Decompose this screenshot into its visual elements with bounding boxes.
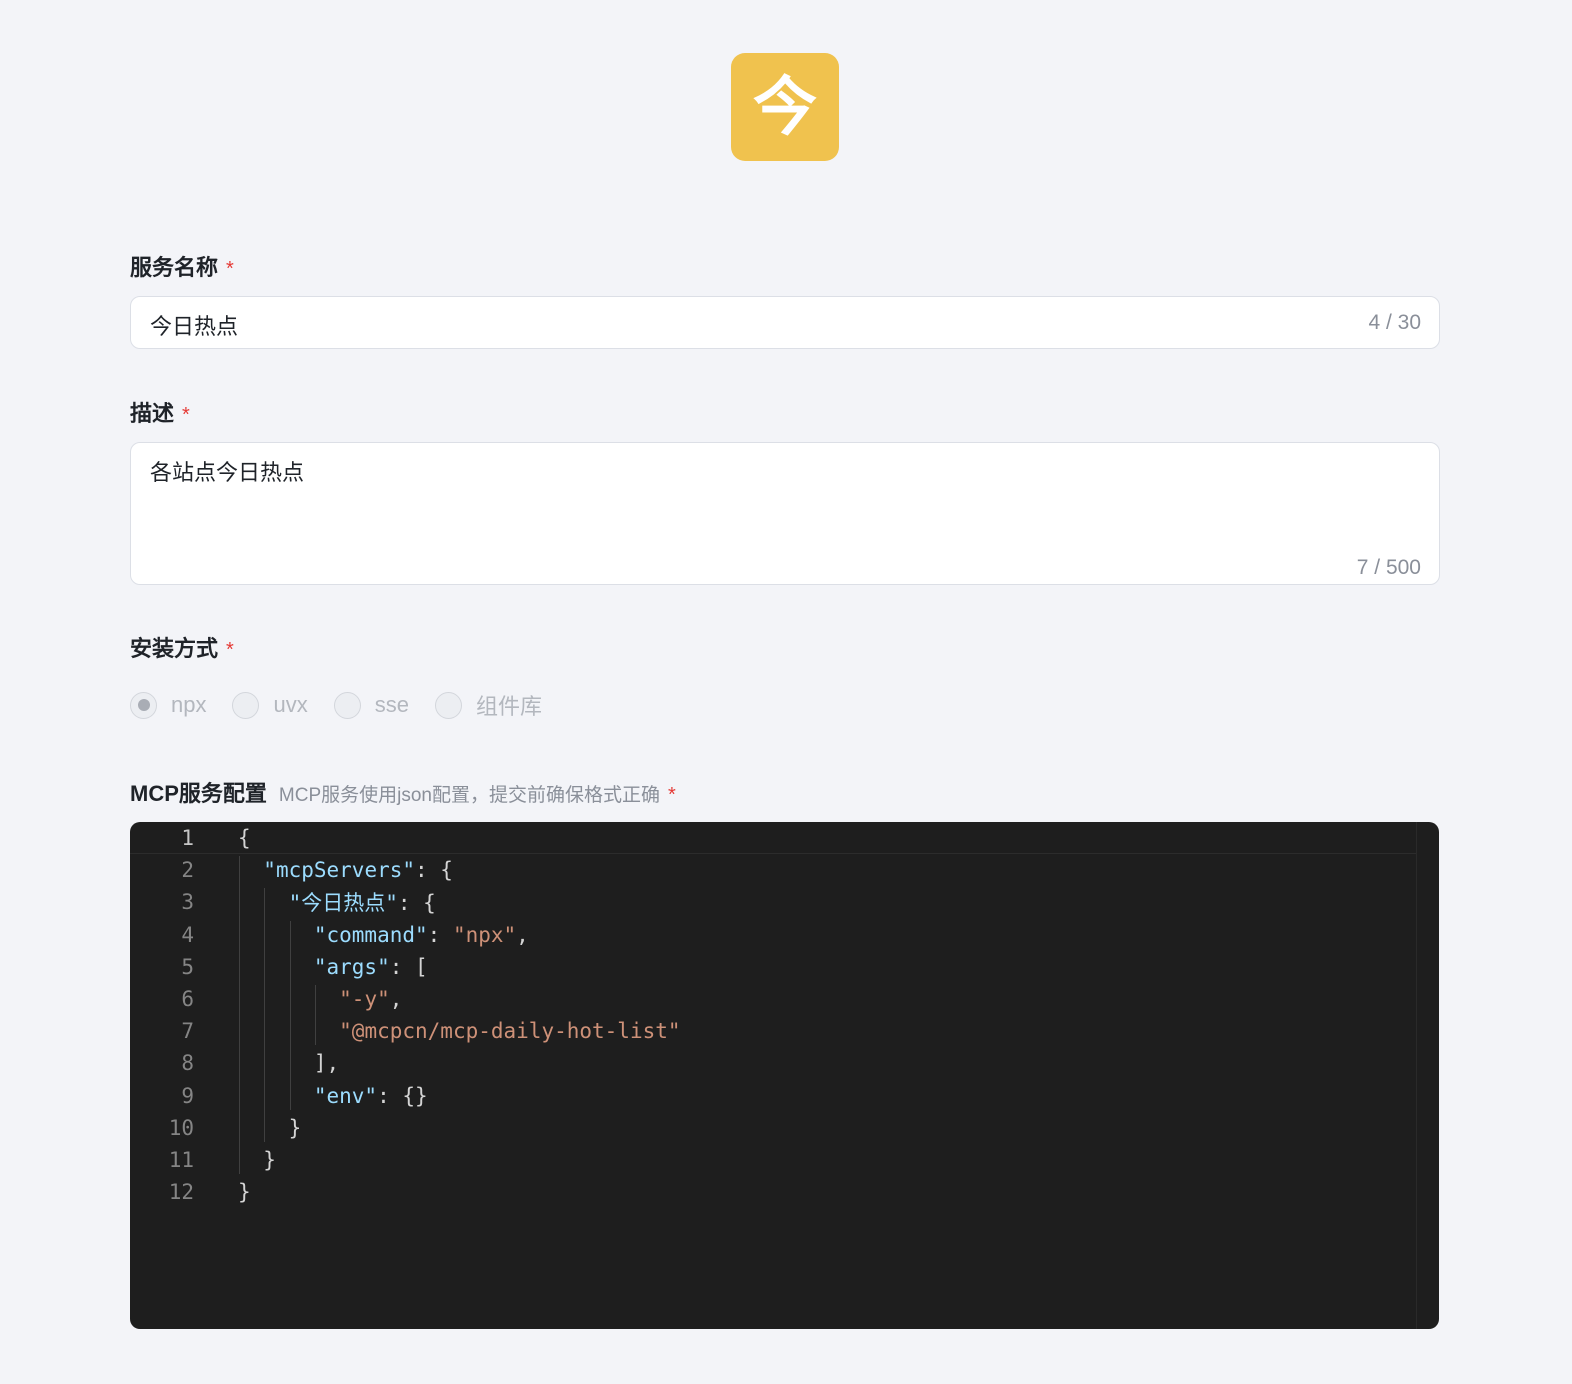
code-line: 8 ], [130,1047,1410,1079]
install-method-label: 安装方式 * [130,636,234,661]
required-mark: * [182,404,190,426]
install-method-radio-group: npx uvx sse 组件库 [130,688,568,722]
indent-guide [239,856,240,1175]
logo-char: 今 [753,71,817,143]
code-text: } [238,1180,251,1205]
code-line: 2 "mcpServers": { [130,854,1410,886]
code-line: 1{ [130,822,1410,854]
line-number: 5 [181,954,194,979]
radio-npx[interactable]: npx [130,691,206,719]
service-name-label: 服务名称 * [130,255,234,280]
service-name-count: 4 / 30 [1368,311,1421,334]
required-mark: * [667,784,676,806]
code-text: } [238,1115,302,1140]
service-logo: 今 [731,53,839,161]
code-text: "env": {} [313,1083,428,1108]
code-line: 5 "args": [ [130,951,1410,983]
mcp-config-hint: MCP服务使用json配置，提交前确保格式正确 [278,785,660,806]
code-text: "mcpServers": { [263,858,453,883]
code-line: 11 } [130,1144,1410,1176]
radio-indicator [333,691,361,719]
service-name-input[interactable]: 今日热点 4 / 30 [130,296,1440,349]
code-text: ], [238,1051,340,1076]
mcp-config-label: MCP服务配置 MCP服务使用json配置，提交前确保格式正确 * [130,781,676,806]
indent-guide [264,888,266,1142]
indent-guide [314,985,316,1046]
line-number: 4 [181,922,194,947]
line-number: 3 [181,890,194,915]
editor-ruler [1416,822,1417,1329]
service-name-value: 今日热点 [150,314,239,339]
description-textarea[interactable]: 各站点今日热点 7 / 500 [130,442,1440,585]
required-mark: * [226,258,234,280]
code-text: "今日热点": { [288,891,436,916]
code-text: "args": [ [313,954,428,979]
code-line: 12} [130,1176,1410,1208]
code-text: "command": "npx", [313,922,529,947]
line-number: 10 [168,1115,194,1140]
code-line: 4 "command": "npx", [130,919,1410,951]
required-mark: * [226,639,234,661]
radio-uvx[interactable]: uvx [232,691,308,719]
line-number: 6 [181,987,194,1011]
description-value: 各站点今日热点 [150,460,305,485]
line-number: 7 [181,1019,194,1044]
line-number: 1 [181,826,194,850]
code-text: { [238,826,251,850]
line-number: 11 [168,1148,194,1172]
line-number: 2 [181,858,194,883]
radio-sse[interactable]: sse [333,691,409,719]
radio-component-library[interactable]: 组件库 [434,689,542,721]
code-line: 9 "env": {} [130,1080,1410,1112]
radio-indicator [434,691,462,719]
indent-guide [289,920,291,1110]
code-line: 6 "-y", [130,983,1410,1015]
code-line: 10 } [130,1112,1410,1144]
json-code-editor[interactable]: 1{2 "mcpServers": {3 "今日热点": {4 "command… [130,822,1439,1329]
line-number: 9 [181,1083,194,1108]
line-number: 8 [181,1051,194,1076]
code-text: "@mcpcn/mcp-daily-hot-list" [339,1019,681,1044]
code-text: } [238,1148,276,1172]
radio-indicator [232,691,260,719]
description-count: 7 / 500 [1356,556,1421,579]
code-line: 3 "今日热点": { [130,886,1410,918]
radio-checked-indicator [130,691,157,719]
line-number: 12 [168,1180,194,1205]
code-text: "-y", [339,987,403,1011]
code-line: 7 "@mcpcn/mcp-daily-hot-list" [130,1015,1410,1047]
description-label: 描述 * [130,401,190,426]
